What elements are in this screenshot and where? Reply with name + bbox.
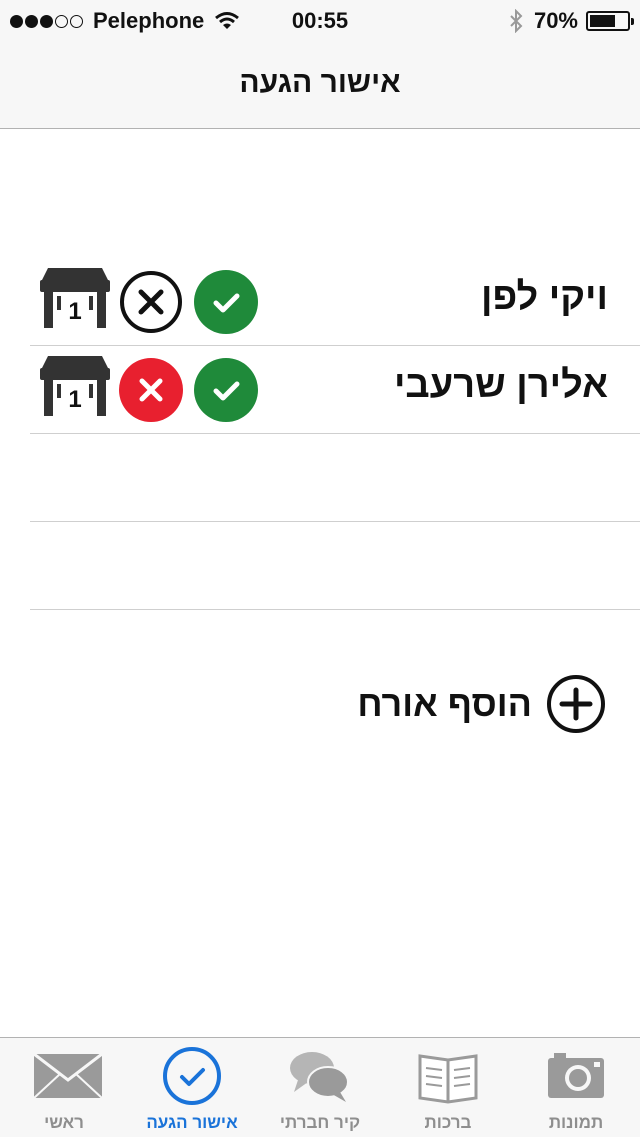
tab-bar: תמונות ברכות קיר חברתי אישור הגעה ראשי — [0, 1037, 640, 1137]
camera-icon — [548, 1053, 604, 1098]
tab-label: תמונות — [548, 1113, 604, 1132]
tab-label: ברכות — [424, 1113, 472, 1132]
check-circle-icon — [163, 1047, 221, 1105]
navigation-bar: אישור הגעה — [0, 40, 640, 129]
confirm-icon[interactable] — [194, 358, 258, 422]
guest-row: 1 ויקי לפן — [30, 258, 640, 346]
plus-circle-icon — [547, 675, 605, 733]
table-number: 1 — [68, 386, 81, 413]
chat-bubbles-icon — [290, 1052, 349, 1102]
tab-home[interactable]: ראשי — [0, 1038, 128, 1137]
table-icon[interactable]: 1 — [40, 266, 110, 330]
battery-icon — [586, 11, 634, 31]
guest-row: 1 אלירן שרעבי — [30, 346, 640, 434]
guest-name: ויקי לפן — [480, 276, 608, 318]
empty-row — [30, 434, 640, 522]
add-guest-button[interactable]: הוסף אורח — [357, 674, 606, 734]
tab-rsvp[interactable]: אישור הגעה — [128, 1038, 256, 1137]
status-right: 70% — [508, 8, 634, 34]
tab-social-wall[interactable]: קיר חברתי — [256, 1038, 384, 1137]
tab-greetings[interactable]: ברכות — [384, 1038, 512, 1137]
table-icon[interactable]: 1 — [40, 354, 110, 418]
battery-percent: 70% — [533, 8, 578, 33]
bluetooth-icon — [510, 9, 523, 33]
tab-label: אישור הגעה — [146, 1113, 238, 1132]
table-number: 1 — [68, 298, 81, 325]
tab-label: קיר חברתי — [279, 1113, 361, 1132]
book-icon — [418, 1054, 478, 1104]
add-guest-label: הוסף אורח — [357, 683, 532, 724]
guest-name: אלירן שרעבי — [393, 364, 608, 406]
status-bar: Pelephone 00:55 70% — [0, 0, 640, 40]
page-title: אישור הגעה — [239, 66, 401, 99]
battery-fill — [590, 15, 615, 27]
envelope-icon — [33, 1052, 103, 1099]
tab-label: ראשי — [44, 1113, 84, 1132]
confirm-icon[interactable] — [194, 270, 258, 334]
empty-row — [30, 522, 640, 610]
decline-icon[interactable] — [119, 358, 183, 422]
decline-icon[interactable] — [119, 270, 183, 334]
tab-photos[interactable]: תמונות — [512, 1038, 640, 1137]
